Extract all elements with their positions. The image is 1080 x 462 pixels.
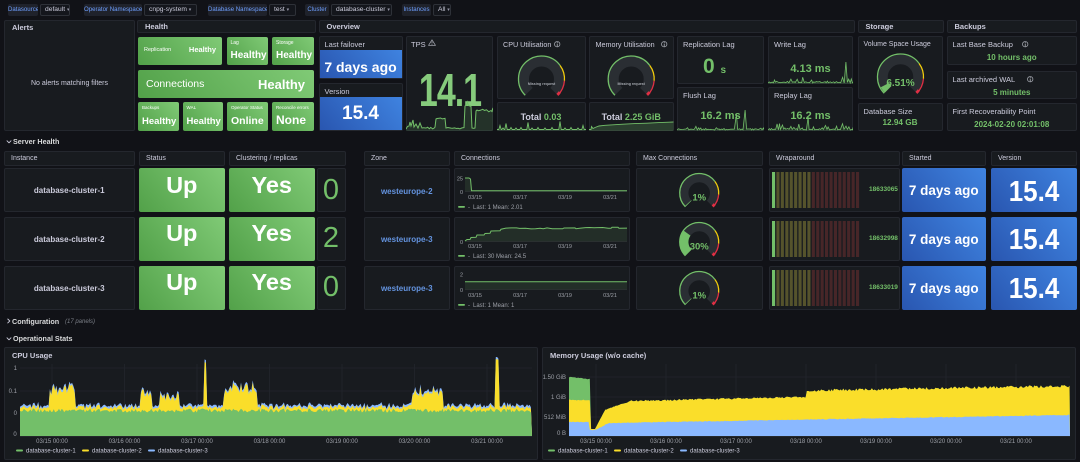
svg-text:03/20 00:00: 03/20 00:00: [399, 439, 431, 445]
svg-text:03/17: 03/17: [513, 293, 527, 299]
svg-text:03/17: 03/17: [513, 195, 527, 201]
svg-text:Last: 1 Mean: 2.01: Last: 1 Mean: 2.01: [473, 205, 523, 211]
svg-text:03/21 00:00: 03/21 00:00: [1000, 439, 1032, 445]
svg-text:0.1: 0.1: [9, 389, 18, 395]
svg-text:6.51%: 6.51%: [886, 78, 914, 89]
svg-text:512 MiB: 512 MiB: [544, 415, 566, 421]
svg-text:03/15 00:00: 03/15 00:00: [36, 439, 68, 445]
svg-text:Last: 30 Mean: 24.5: Last: 30 Mean: 24.5: [473, 254, 527, 260]
svg-text:03/17 00:00: 03/17 00:00: [181, 439, 213, 445]
svg-text:03/16 00:00: 03/16 00:00: [109, 439, 141, 445]
svg-text:Missing request: Missing request: [527, 82, 555, 86]
svg-text:database-cluster-1: database-cluster-1: [26, 449, 76, 455]
svg-text:1%: 1%: [692, 290, 706, 301]
svg-text:2: 2: [460, 272, 463, 278]
svg-text:-: -: [468, 303, 470, 309]
svg-text:03/21: 03/21: [603, 293, 617, 299]
svg-text:03/19: 03/19: [558, 195, 572, 201]
svg-text:03/15: 03/15: [468, 195, 482, 201]
svg-text:1 GiB: 1 GiB: [551, 395, 566, 401]
svg-text:0: 0: [460, 190, 463, 196]
svg-text:03/21: 03/21: [603, 195, 617, 201]
svg-text:03/17: 03/17: [513, 244, 527, 250]
svg-text:Last: 1 Mean: 1: Last: 1 Mean: 1: [473, 303, 515, 309]
svg-text:03/15: 03/15: [468, 244, 482, 250]
svg-text:03/19: 03/19: [558, 293, 572, 299]
svg-text:1.50 GiB: 1.50 GiB: [543, 375, 566, 381]
svg-text:25: 25: [457, 177, 463, 183]
svg-text:1%: 1%: [692, 193, 706, 204]
svg-text:-: -: [468, 254, 470, 260]
svg-text:database-cluster-2: database-cluster-2: [624, 449, 674, 455]
svg-text:30%: 30%: [690, 241, 710, 252]
svg-text:1: 1: [14, 366, 18, 372]
svg-text:03/17 00:00: 03/17 00:00: [720, 439, 752, 445]
svg-text:03/19 00:00: 03/19 00:00: [326, 439, 358, 445]
svg-text:0: 0: [460, 240, 463, 246]
svg-text:database-cluster-3: database-cluster-3: [158, 449, 208, 455]
svg-text:03/15 00:00: 03/15 00:00: [580, 439, 612, 445]
svg-text:03/18 00:00: 03/18 00:00: [790, 439, 822, 445]
svg-text:03/15: 03/15: [468, 293, 482, 299]
svg-text:0: 0: [14, 411, 18, 417]
svg-text:03/20 00:00: 03/20 00:00: [930, 439, 962, 445]
svg-text:03/19: 03/19: [558, 244, 572, 250]
svg-text:database-cluster-1: database-cluster-1: [558, 449, 608, 455]
svg-text:0: 0: [460, 288, 463, 294]
svg-text:-: -: [468, 205, 470, 211]
svg-text:03/19 00:00: 03/19 00:00: [860, 439, 892, 445]
svg-text:database-cluster-2: database-cluster-2: [92, 449, 142, 455]
svg-text:03/21 00:00: 03/21 00:00: [471, 439, 503, 445]
svg-text:03/21: 03/21: [603, 244, 617, 250]
svg-text:03/16 00:00: 03/16 00:00: [650, 439, 682, 445]
svg-text:03/18 00:00: 03/18 00:00: [254, 439, 286, 445]
svg-text:database-cluster-3: database-cluster-3: [690, 449, 740, 455]
svg-text:Missing request: Missing request: [618, 82, 646, 86]
